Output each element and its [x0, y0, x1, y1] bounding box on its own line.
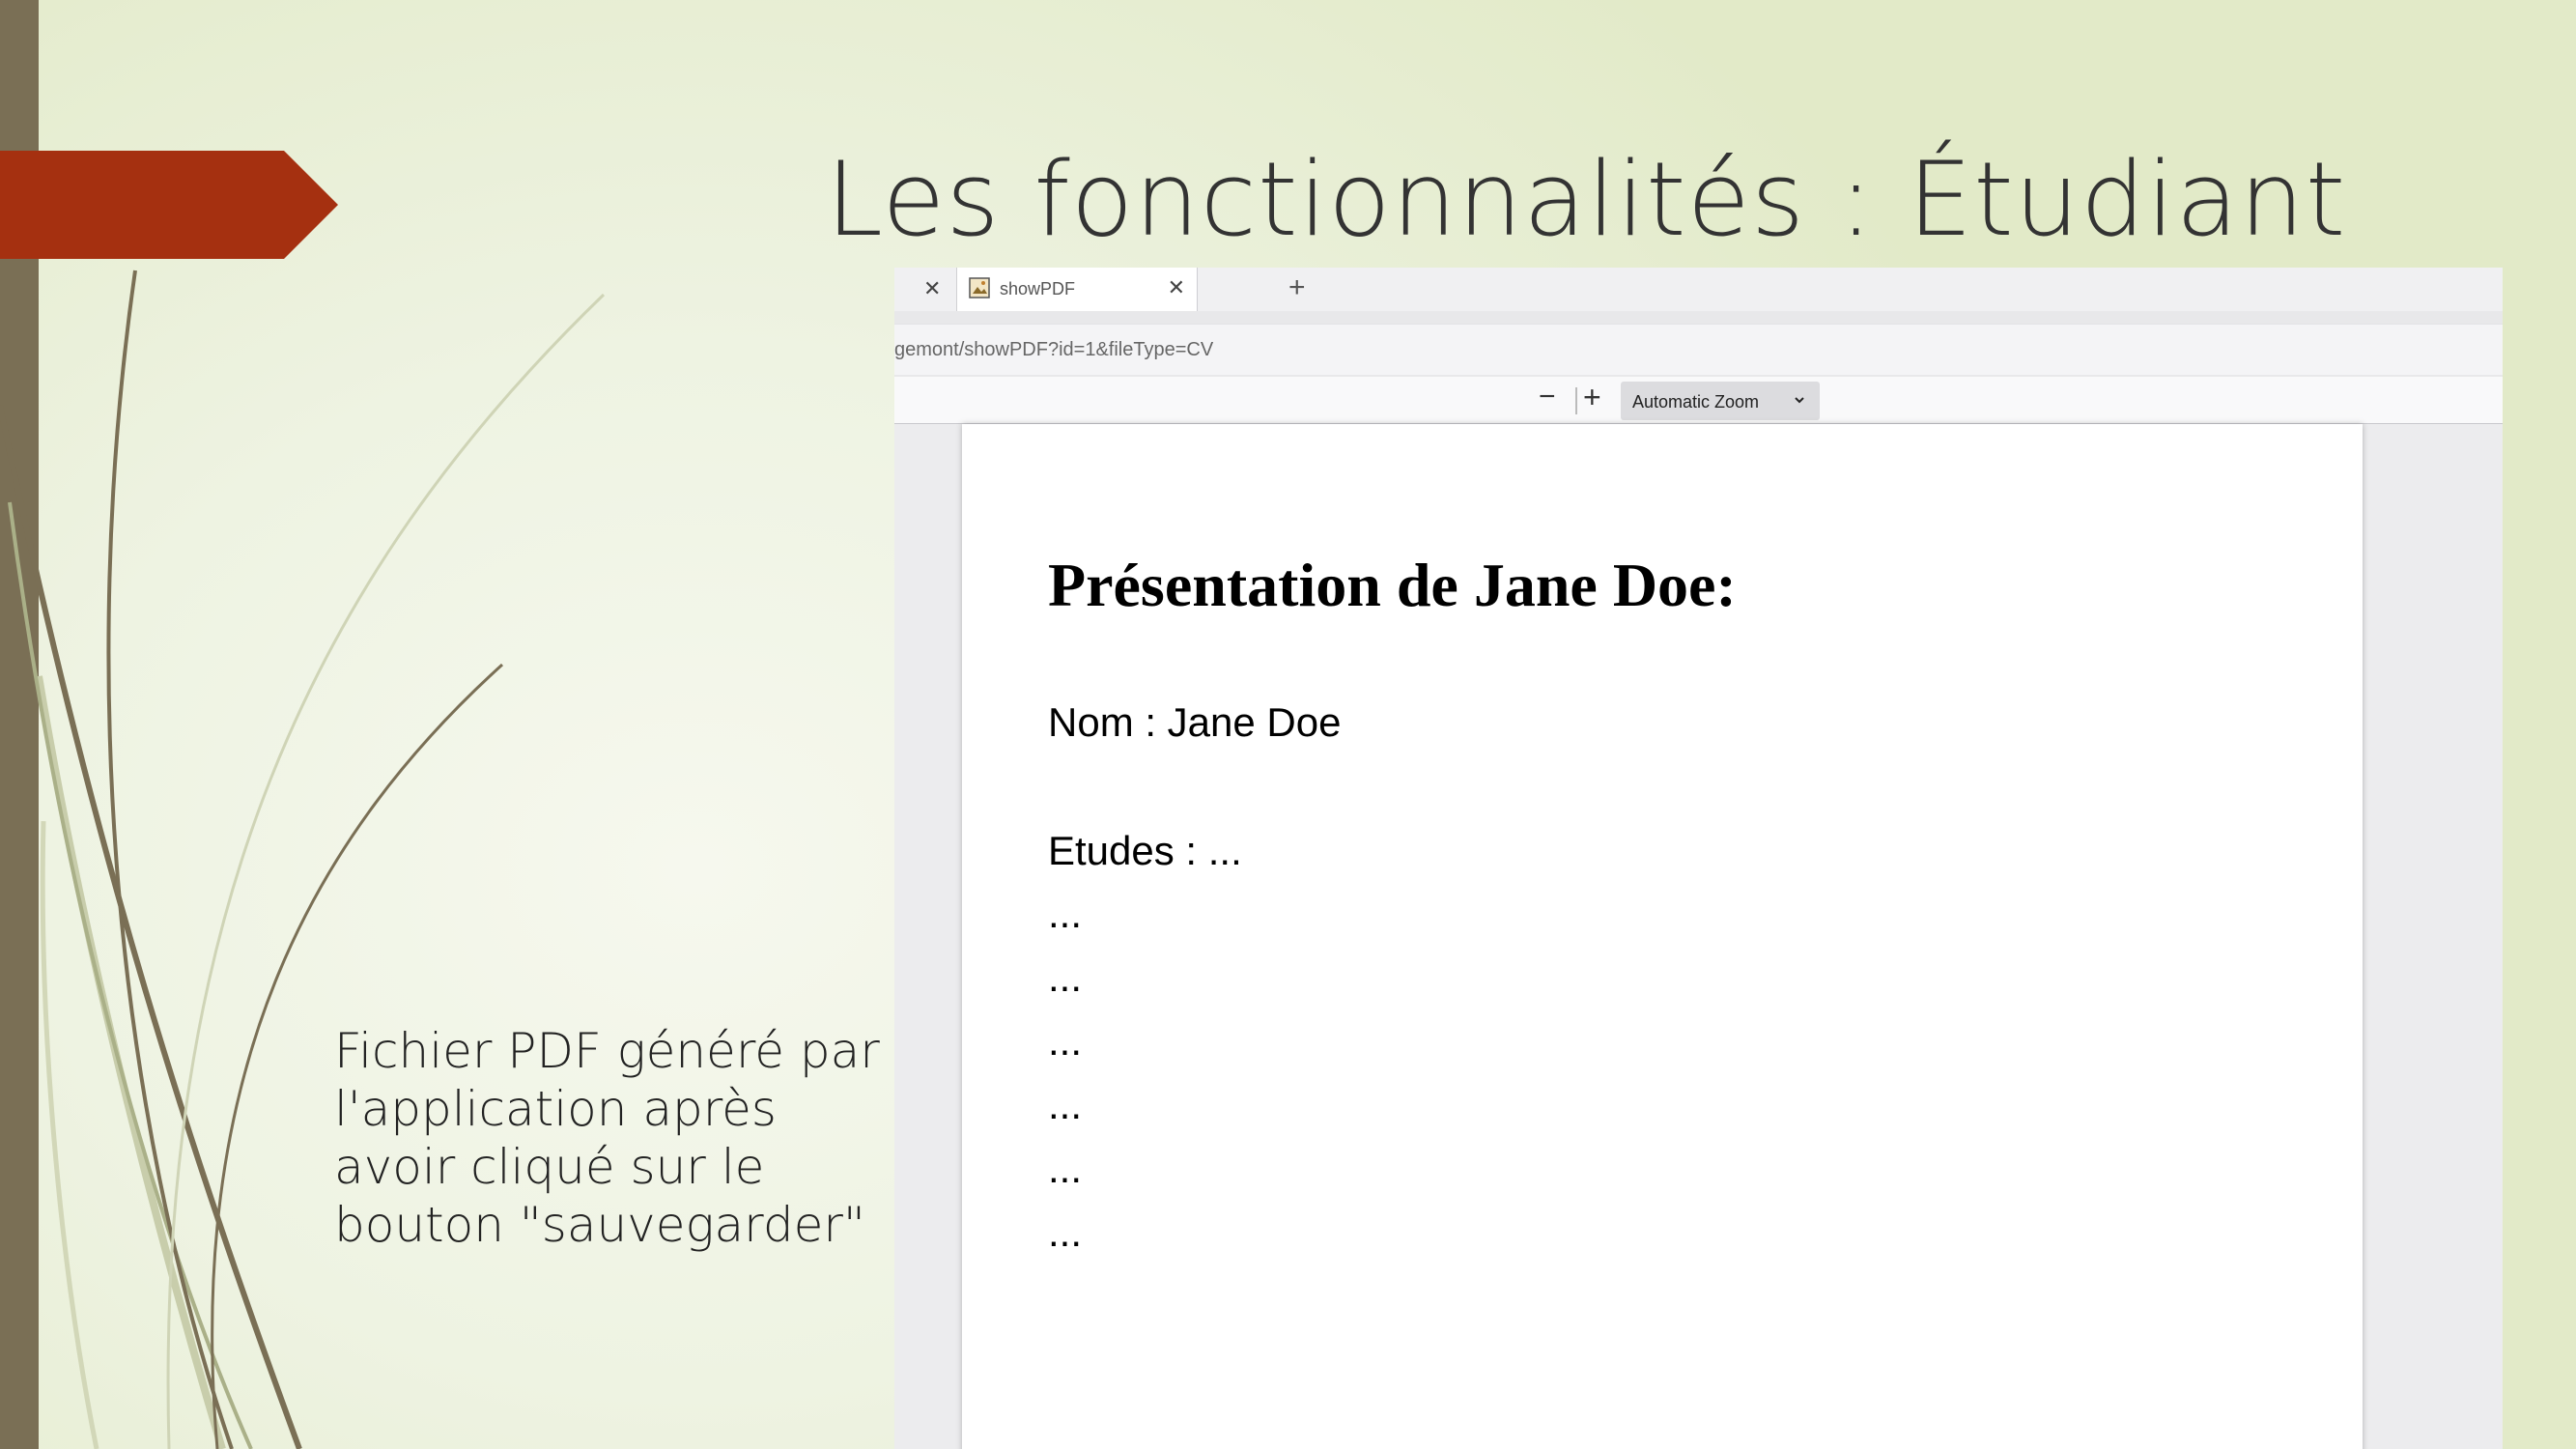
document-heading: Présentation de Jane Doe: [1048, 551, 1737, 619]
image-favicon-icon [969, 277, 990, 298]
close-icon[interactable]: ✕ [923, 276, 941, 301]
ellipsis-line: ... [1048, 891, 1083, 936]
close-icon[interactable]: ✕ [1168, 275, 1185, 300]
toolbar-separator [1575, 387, 1577, 414]
studies-line: Etudes : ... [1048, 828, 1242, 873]
address-bar[interactable]: gemont/showPDF?id=1&fileType=CV [894, 324, 2503, 375]
pdf-page: Présentation de Jane Doe: Nom : Jane Doe… [962, 424, 2363, 1449]
slide-title: Les fonctionnalités : Étudiant [826, 140, 2347, 259]
zoom-in-button[interactable]: + [1583, 380, 1601, 415]
tab-strip: ✕ showPDF ✕ + [894, 268, 2503, 311]
ellipsis-line: ... [1048, 1082, 1083, 1127]
ellipsis-line: ... [1048, 1146, 1083, 1191]
ellipsis-line: ... [1048, 1209, 1083, 1255]
tab-label: showPDF [1000, 279, 1076, 298]
browser-screenshot: ✕ showPDF ✕ + gemont/showPDF?id=1&fileTy… [894, 268, 2503, 1449]
pdf-viewport[interactable]: Présentation de Jane Doe: Nom : Jane Doe… [894, 424, 2503, 1449]
ellipsis-line: ... [1048, 954, 1083, 1000]
zoom-select-label: Automatic Zoom [1632, 392, 1760, 412]
pdf-toolbar: − + Automatic Zoom [894, 377, 2503, 424]
zoom-select[interactable]: Automatic Zoom [1621, 382, 1820, 420]
arrow-banner [0, 151, 338, 259]
slide-caption: Fichier PDF généré par l'application apr… [334, 1023, 880, 1253]
zoom-out-button[interactable]: − [1539, 381, 1556, 413]
tab-showpdf[interactable]: showPDF ✕ [956, 268, 1198, 311]
name-line: Nom : Jane Doe [1048, 699, 1342, 745]
chevron-down-icon [1795, 397, 1804, 404]
plus-icon[interactable]: + [1288, 271, 1306, 304]
ellipsis-line: ... [1048, 1018, 1083, 1064]
url-text: gemont/showPDF?id=1&fileType=CV [894, 339, 1214, 360]
